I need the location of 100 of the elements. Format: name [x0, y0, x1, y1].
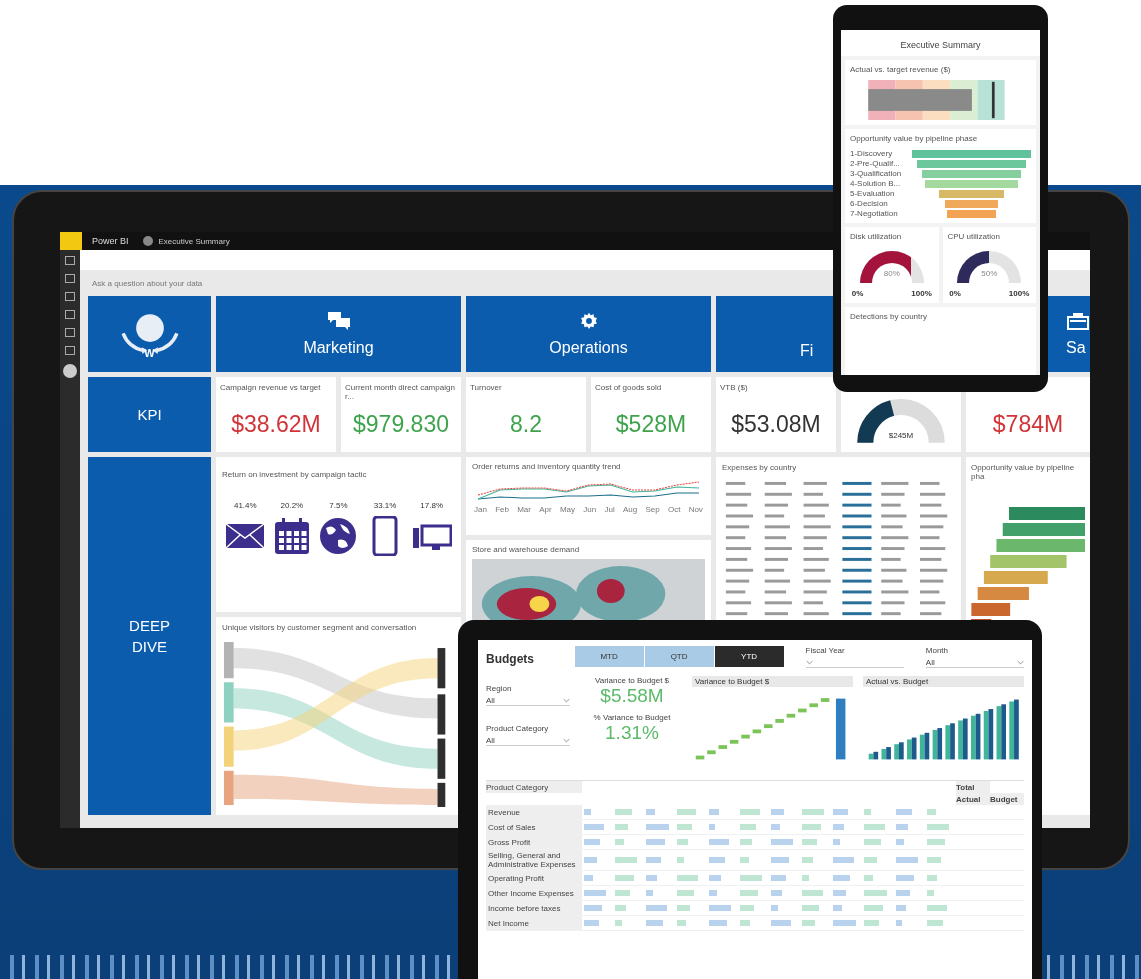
axis-label: Mar — [517, 505, 531, 514]
kpi-value: $784M — [992, 411, 1064, 438]
section-label: Operations — [549, 339, 628, 357]
sankey-card[interactable]: Unique visitors by customer segment and conversation — [216, 617, 461, 815]
data-bar — [833, 809, 848, 815]
gauge-reading: 50% — [981, 269, 998, 278]
kpi-card[interactable]: Current month direct campaign r... $979.830 — [341, 377, 461, 452]
bullet-chart-card[interactable]: Actual vs. target revenue ($) — [845, 60, 1036, 125]
waterfall-bar — [707, 750, 716, 755]
stage-label: 1-Discovery — [850, 149, 894, 158]
app-name: Power BI — [92, 236, 129, 246]
row-label: KPI — [137, 406, 162, 423]
card-title: Opportunity value by pipeline pha — [971, 463, 1076, 481]
total-bar — [835, 698, 846, 760]
data-bar — [739, 875, 763, 881]
section-label: Fi — [800, 342, 814, 360]
question-field[interactable]: Ask a question about your data — [88, 270, 203, 296]
period-tab[interactable]: YTD — [714, 646, 784, 667]
kpi-title: % Variance to Budget — [593, 713, 671, 722]
breadcrumb[interactable]: Executive Summary — [158, 236, 230, 246]
data-bar — [646, 890, 654, 896]
card-title: Actual vs. target revenue ($) — [850, 65, 952, 74]
gauge-min: 0% — [851, 289, 864, 298]
data-bar — [584, 824, 605, 830]
kpi-card[interactable]: Turnover 8.2 — [466, 377, 586, 452]
waterfall-bar — [798, 708, 807, 713]
data-bar — [895, 857, 918, 863]
budget-bar — [886, 747, 891, 760]
kpi-value: $53.08M — [731, 411, 821, 438]
column-header: Actual — [956, 793, 990, 805]
row-header: Cost of Sales — [486, 820, 582, 835]
data-bar — [802, 905, 819, 911]
actual-bar — [907, 739, 912, 760]
data-bar — [584, 905, 603, 911]
axis-label: Sep — [645, 505, 660, 514]
data-bar — [708, 875, 722, 881]
avatar-icon[interactable] — [63, 364, 77, 378]
data-bar — [646, 809, 656, 815]
line-chart-card[interactable]: Order returns and inventory quantity trend Jan Feb Mar Apr May Jun Jul Aug Sep Oct Nov — [466, 457, 711, 535]
actual-bar — [945, 725, 951, 760]
data-bar — [864, 824, 885, 830]
node-bar — [223, 726, 234, 767]
data-bar — [677, 920, 687, 926]
data-bar — [584, 890, 607, 896]
avatar-icon — [142, 236, 153, 246]
chevron-down-icon — [1017, 659, 1024, 665]
budget-bar — [899, 742, 904, 760]
logo-letter: W — [144, 347, 155, 359]
gauge-card[interactable]: CPU utilization 50% 0% 100% — [942, 227, 1036, 303]
funnel-bar — [938, 189, 1005, 198]
column-header: Product Category — [486, 781, 582, 793]
row-header: Selling, General and Administrative Expenses — [486, 850, 582, 871]
kpi-card[interactable]: Cost of goods sold $528M — [591, 377, 711, 452]
gauge-card[interactable]: Disk utilization 80% 0% 100% — [845, 227, 939, 303]
section-tile[interactable]: Operations — [466, 296, 711, 372]
filter-dropdown[interactable]: All — [486, 735, 570, 746]
column-header: Budget — [990, 793, 1024, 805]
data-bar — [739, 905, 755, 911]
briefcase-icon — [1066, 311, 1090, 331]
data-bar — [926, 875, 938, 881]
data-bar — [895, 839, 905, 845]
kpi-card[interactable]: VTB ($) $53.08M — [716, 377, 836, 452]
data-bar — [708, 890, 718, 896]
actual-bar — [919, 734, 925, 760]
data-bar — [615, 875, 634, 881]
data-bar — [771, 824, 780, 830]
map-card[interactable]: Detections by country — [845, 307, 1036, 375]
actual-bar — [1009, 701, 1015, 760]
report-title: Executive Summary — [841, 30, 1040, 56]
data-bar — [864, 875, 874, 881]
data-bar — [739, 809, 761, 815]
axis-label: Feb — [495, 505, 509, 514]
period-tab[interactable]: MTD — [574, 646, 644, 667]
waterfall-bar — [809, 703, 818, 708]
filter-dropdown[interactable]: All — [925, 657, 1024, 668]
chart-title: Variance to Budget $ — [692, 676, 853, 687]
filter-dropdown[interactable]: All — [486, 695, 570, 706]
waterfall-bar — [786, 713, 796, 718]
gauge-reading: 80% — [883, 269, 900, 278]
stage-label: 3-Qualification — [850, 169, 903, 178]
actual-bar — [958, 720, 963, 760]
card-title: Opportunity value by pipeline phase — [850, 134, 979, 143]
card-title: CPU utilization — [947, 232, 1000, 241]
actual-bar — [932, 729, 938, 760]
period-tab[interactable]: QTD — [644, 646, 714, 667]
data-bar — [771, 875, 786, 881]
card-title: Current month direct campaign r... — [345, 383, 456, 401]
row-header: Net Income — [486, 916, 582, 931]
section-label: Marketing — [303, 339, 374, 357]
roi-card[interactable]: Return on investment by campaign tactic 41.4% 20.2% 7.5% 33.1% 17.8% — [216, 457, 461, 612]
section-tile[interactable]: Marketing — [216, 296, 461, 372]
data-bar — [926, 857, 942, 863]
section-label: Sa — [1066, 339, 1086, 357]
data-bar — [615, 857, 638, 863]
axis-label: Jul — [604, 505, 615, 514]
kpi-card[interactable]: Campaign revenue vs target $38.62M — [216, 377, 336, 452]
card-title: Unique visitors by customer segment and conversation — [222, 623, 417, 632]
actual-bar — [996, 706, 1002, 760]
card-title: Detections by country — [850, 312, 928, 321]
funnel-card[interactable]: Opportunity value by pipeline phase 1-Discovery 2-Pre-Qualif... 3-Qualification 4-Solution B... 5-Evaluation 6-Decision 7-Negotiation — [845, 129, 1036, 223]
